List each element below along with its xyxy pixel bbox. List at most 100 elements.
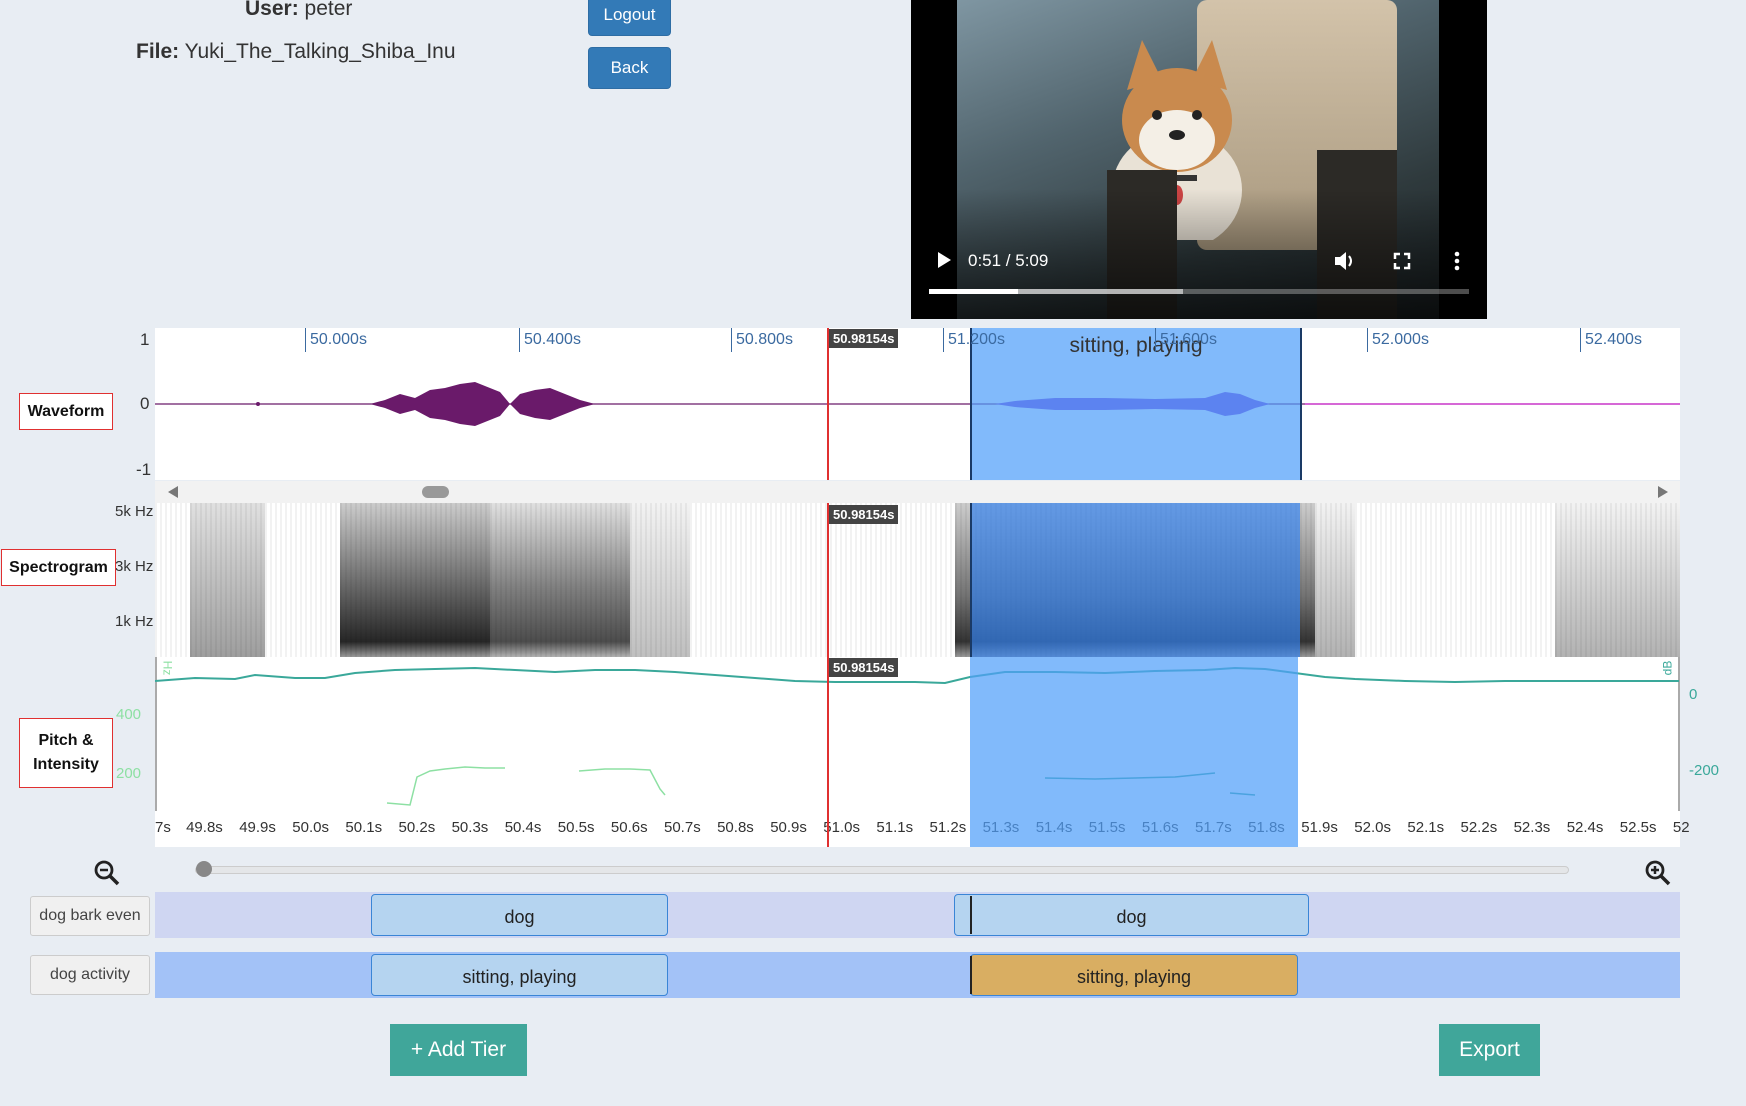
time-tick: 52.1s: [1407, 819, 1445, 836]
tier-segment-active[interactable]: sitting, playing: [970, 954, 1298, 996]
time-tick: 50.3s: [451, 819, 489, 836]
more-options-icon[interactable]: [1454, 250, 1460, 272]
file-info: File: Yuki_The_Talking_Shiba_Inu: [136, 40, 456, 64]
spec-y-tick: 3k Hz: [115, 558, 154, 575]
selection-region-axis[interactable]: [970, 811, 1298, 847]
play-icon[interactable]: [935, 250, 953, 270]
volume-icon[interactable]: [1333, 250, 1357, 272]
time-tick: 52: [1672, 819, 1690, 836]
logout-button[interactable]: Logout: [588, 0, 671, 36]
playhead-line[interactable]: [827, 503, 829, 657]
zoom-in-icon[interactable]: [1645, 860, 1671, 886]
pitch-label-line1: Pitch &: [38, 732, 94, 749]
scroll-right-icon[interactable]: [1658, 486, 1668, 498]
scroll-thumb[interactable]: [422, 486, 449, 498]
selection-region-spectrogram[interactable]: [970, 503, 1300, 657]
user-value: peter: [304, 0, 353, 20]
spec-y-tick: 5k Hz: [115, 503, 154, 520]
pitch-label-line2: Intensity: [33, 756, 99, 773]
time-tick: 50.2s: [398, 819, 436, 836]
wave-y-tick: 0: [140, 394, 150, 413]
intensity-y-tick: 0: [1689, 686, 1698, 703]
spectrogram-band: [490, 503, 630, 657]
spectrogram-band: [1555, 503, 1680, 657]
pitch-y-tick: 400: [116, 706, 142, 723]
tier-segment[interactable]: dog: [371, 894, 668, 936]
wave-tick: 50.400s: [519, 328, 581, 352]
zoom-slider[interactable]: [195, 861, 1569, 877]
tier-segment[interactable]: dog: [954, 894, 1309, 936]
time-tick: 52.5s: [1619, 819, 1657, 836]
spectrogram-label: Spectrogram: [1, 549, 116, 586]
intensity-y-tick: -200: [1689, 762, 1720, 779]
tier-cursor: [970, 896, 972, 934]
spectrogram-band: [340, 503, 490, 657]
wave-tick: 50.000s: [305, 328, 367, 352]
time-tick: 50.8s: [717, 819, 754, 836]
wave-tick: 51.200s: [943, 328, 1005, 352]
add-tier-button[interactable]: + Add Tier: [390, 1024, 527, 1076]
pitch-y-tick: 200: [116, 765, 142, 782]
user-label: User:: [245, 0, 299, 20]
tier-segment[interactable]: sitting, playing: [371, 954, 668, 996]
video-progress-track[interactable]: [929, 289, 1469, 294]
pitch-intensity-label: Pitch & Intensity: [19, 718, 113, 788]
horizontal-scrollbar[interactable]: [155, 481, 1680, 503]
pitch-intensity-panel[interactable]: 50.98154s Hz dB: [155, 657, 1680, 847]
waveform-time-ticks: 50.000s 50.400s 50.800s 51.200s 51.600s …: [155, 328, 1680, 352]
playhead-label: 50.98154s: [829, 658, 899, 677]
zoom-out-icon[interactable]: [94, 860, 120, 886]
time-tick: 50.1s: [345, 819, 383, 836]
spectrogram-band: [190, 503, 265, 657]
intensity-unit-label: dB: [1660, 660, 1675, 676]
video-progress-fill: [929, 289, 1019, 294]
time-tick: 50.4s: [504, 819, 542, 836]
time-tick: 49.9s: [239, 819, 276, 836]
spectrogram-band: [1315, 503, 1355, 657]
time-tick: 49.8s: [186, 819, 223, 836]
user-info: User: peter: [245, 0, 352, 21]
spectrogram-panel[interactable]: 50.98154s: [155, 503, 1680, 657]
time-tick: 50.0s: [292, 819, 329, 836]
wave-tick: 50.800s: [731, 328, 793, 352]
time-tick: 7s: [155, 819, 171, 836]
time-tick: 52.2s: [1460, 819, 1498, 836]
time-tick: 51.2s: [929, 819, 967, 836]
time-tick: 52.4s: [1566, 819, 1604, 836]
time-axis: 7s 49.8s 49.9s 50.0s 50.1s 50.2s 50.3s 50.4s 50.…: [155, 811, 1690, 847]
tier-track[interactable]: sitting, playing sitting, playing: [155, 952, 1680, 998]
time-display: 0:51 / 5:09: [968, 251, 1049, 270]
zoom-slider-thumb[interactable]: [196, 861, 212, 877]
video-player[interactable]: 0:51 / 5:09: [911, 0, 1487, 319]
time-tick: 50.6s: [610, 819, 648, 836]
time-tick: 50.7s: [664, 819, 701, 836]
spec-y-tick: 1k Hz: [115, 613, 154, 630]
scroll-left-icon[interactable]: [168, 486, 178, 498]
tier-name-button[interactable]: dog activity: [30, 955, 150, 995]
file-label: File:: [136, 40, 180, 63]
wave-tick: 52.000s: [1367, 328, 1429, 352]
spectrogram-band: [630, 503, 690, 657]
export-button[interactable]: Export: [1439, 1024, 1540, 1076]
pitch-intensity-svg: [155, 657, 1680, 811]
time-tick: 50.5s: [557, 819, 595, 836]
fullscreen-icon[interactable]: [1392, 251, 1412, 271]
waveform-label: Waveform: [19, 393, 113, 430]
tier-track[interactable]: dog dog: [155, 892, 1680, 938]
playhead-line[interactable]: [827, 811, 829, 847]
time-tick: 50.9s: [770, 819, 807, 836]
file-value: Yuki_The_Talking_Shiba_Inu: [184, 40, 456, 63]
wave-tick: 52.400s: [1580, 328, 1642, 352]
time-tick: 52.3s: [1513, 819, 1551, 836]
time-tick: 51.1s: [876, 819, 914, 836]
time-tick: 52.0s: [1354, 819, 1391, 836]
tier-cursor: [970, 956, 972, 994]
playhead-label: 50.98154s: [829, 505, 899, 524]
back-button[interactable]: Back: [588, 47, 671, 89]
wave-y-tick: 1: [140, 330, 150, 349]
pitch-unit-label: Hz: [160, 660, 175, 676]
wave-y-tick: -1: [136, 460, 152, 479]
time-tick: 51.9s: [1301, 819, 1338, 836]
tier-name-button[interactable]: dog bark even: [30, 896, 150, 936]
wave-tick: 51.600s: [1155, 328, 1217, 352]
